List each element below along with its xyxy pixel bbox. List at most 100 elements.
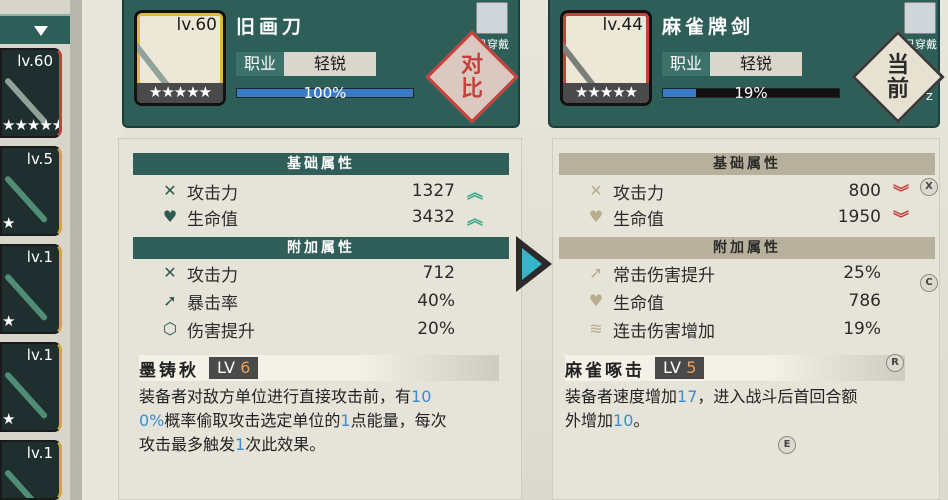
slot-level: lv.5	[26, 150, 53, 168]
job-value: 轻锐	[710, 52, 802, 76]
job-box: 职业 轻锐	[662, 52, 802, 76]
skill-level-number: 5	[686, 358, 697, 377]
stat-name: 攻击力	[187, 265, 238, 286]
stat-row: ♥ 生命值 3432 ︽	[159, 205, 495, 230]
weapon-stars: ★★★★★	[137, 83, 223, 103]
weapon-stars: ★★★★★	[563, 83, 649, 103]
stat-name: 生命值	[187, 209, 238, 230]
weapon-sword-icon	[3, 468, 49, 498]
job-label: 职业	[662, 52, 710, 76]
swords-icon: ✕	[589, 181, 603, 200]
skill-description: 装备者速度增加17，进入战斗后首回合额 外增加10。	[565, 385, 925, 433]
skill-text: 外增加	[565, 411, 614, 430]
chevron-up-double-icon: ︽	[466, 209, 483, 228]
left-weapon-details: 基础属性 ✕ 攻击力 1327 ︽ ♥ 生命值 3432 ︽ 附加属性 ✕ 攻击…	[118, 138, 522, 500]
left-weapon-portrait[interactable]: lv.60 ★★★★★	[134, 10, 226, 106]
skill-text: 点能量，每次	[350, 411, 447, 430]
skill-highlight: 17	[677, 387, 698, 406]
hotkey-x[interactable]: X	[920, 178, 938, 196]
hotkey-e[interactable]: E	[778, 436, 796, 454]
compare-label-2: 比	[460, 77, 483, 102]
inventory-slot[interactable]: lv.1 ★	[0, 342, 62, 432]
stat-value: 3432	[411, 207, 455, 227]
skill-highlight: 10	[411, 387, 432, 406]
skill-level-prefix: LV	[217, 358, 236, 377]
skill-highlight: 1	[235, 435, 246, 454]
weapon-level: lv.44	[602, 15, 644, 35]
weapon-name: 麻雀牌剑	[662, 16, 755, 38]
slot-level: lv.1	[26, 248, 53, 266]
skill-level-badge: LV 6	[209, 357, 259, 379]
stat-value: 40%	[417, 291, 455, 311]
stat-row: ➚ 暴击率 40%	[159, 289, 455, 314]
stat-row: ✕ 攻击力 1327 ︽	[159, 179, 495, 204]
sidebar-scrollbar[interactable]	[70, 0, 82, 500]
exp-text: 19%	[734, 84, 768, 102]
inventory-slot[interactable]: lv.60 ★★★★★	[0, 48, 62, 138]
owner-avatar[interactable]	[476, 2, 508, 34]
stat-row: ✕ 攻击力 712	[159, 261, 455, 286]
heart-icon: ♥	[588, 291, 604, 310]
weapon-level: lv.60	[176, 15, 218, 35]
stat-value: 800	[848, 181, 881, 201]
skill-level-badge: LV 5	[655, 357, 705, 379]
skill-text: 次此效果。	[245, 435, 326, 454]
stat-row: ➚ 常击伤害提升 25%	[585, 261, 881, 286]
stat-value: 20%	[417, 319, 455, 339]
sword-up-icon: ➚	[589, 263, 603, 282]
skill-level-number: 6	[240, 358, 251, 377]
heart-icon: ♥	[162, 207, 178, 226]
skill-highlight: 0%	[139, 411, 165, 430]
inventory-slot[interactable]: lv.5 ★	[0, 146, 62, 236]
extra-stats-heading: 附加属性	[133, 237, 509, 259]
hotkey-c[interactable]: C	[920, 274, 938, 292]
swords-icon: ✕	[163, 181, 177, 200]
skill-text: 装备者对敌方单位进行直接攻击前，有	[139, 387, 412, 406]
skill-text: ，进入战斗后首回合额	[697, 387, 858, 406]
skill-text: 。	[633, 411, 650, 430]
stat-name: 生命值	[613, 293, 664, 314]
swords-icon: ✕	[163, 263, 177, 282]
wave-icon: ≋	[589, 319, 603, 338]
stat-row: ≋ 连击伤害增加 19%	[585, 317, 881, 342]
stat-name: 攻击力	[187, 183, 238, 204]
chevron-down-double-icon: ︾	[892, 209, 909, 228]
stat-value: 1327	[411, 181, 455, 201]
stat-row: ♥ 生命值 1950 ︾	[585, 205, 921, 230]
slot-stars: ★	[2, 312, 15, 330]
skill-level-prefix: LV	[663, 358, 682, 377]
exp-text: 100%	[303, 84, 347, 102]
current-label-2: 前	[886, 77, 909, 102]
slot-stars: ★★★★★	[2, 116, 62, 134]
skill-text: 概率偷取攻击选定单位的	[164, 411, 341, 430]
stat-value: 786	[848, 291, 881, 311]
inventory-slot[interactable]: lv.1 ★	[0, 244, 62, 334]
stat-name: 生命值	[613, 209, 664, 230]
stat-row: ✕ 攻击力 800 ︾	[585, 179, 921, 204]
stat-row: ♥ 生命值 786	[585, 289, 881, 314]
slot-level: lv.1	[26, 444, 53, 462]
skill-header: 墨铸秋 LV 6	[139, 355, 499, 381]
current-label-1: 当	[886, 53, 909, 78]
skill-highlight: 10	[613, 411, 634, 430]
play-arrow-icon	[516, 236, 552, 292]
skill-description: 装备者对敌方单位进行直接攻击前，有10 0%概率偷取攻击选定单位的 1 点能量，每次…	[139, 385, 509, 457]
chevron-down-double-icon: ︾	[892, 183, 909, 202]
stat-name: 攻击力	[613, 183, 664, 204]
inventory-slot[interactable]: lv.1	[0, 440, 62, 500]
skill-text: 装备者速度增加	[565, 387, 678, 406]
stat-name: 暴击率	[187, 293, 238, 314]
right-weapon-portrait[interactable]: lv.44 ★★★★★	[560, 10, 652, 106]
slot-level: lv.1	[26, 346, 53, 364]
owner-avatar[interactable]	[904, 2, 936, 34]
weapon-name: 旧画刀	[236, 16, 306, 38]
skill-header: 麻雀啄击 LV 5	[565, 355, 905, 381]
left-weapon-header: lv.60 ★★★★★ 旧画刀 职业 轻锐 100% 已穿戴 对 比	[122, 0, 520, 128]
sidebar-filter-toggle[interactable]	[0, 14, 70, 44]
job-label: 职业	[236, 52, 284, 76]
current-hotkey: Z	[926, 92, 933, 103]
stat-name: 常击伤害提升	[613, 265, 715, 286]
hotkey-r[interactable]: R	[886, 354, 904, 372]
base-stats-heading: 基础属性	[559, 153, 935, 175]
triangle-down-icon	[34, 26, 48, 36]
